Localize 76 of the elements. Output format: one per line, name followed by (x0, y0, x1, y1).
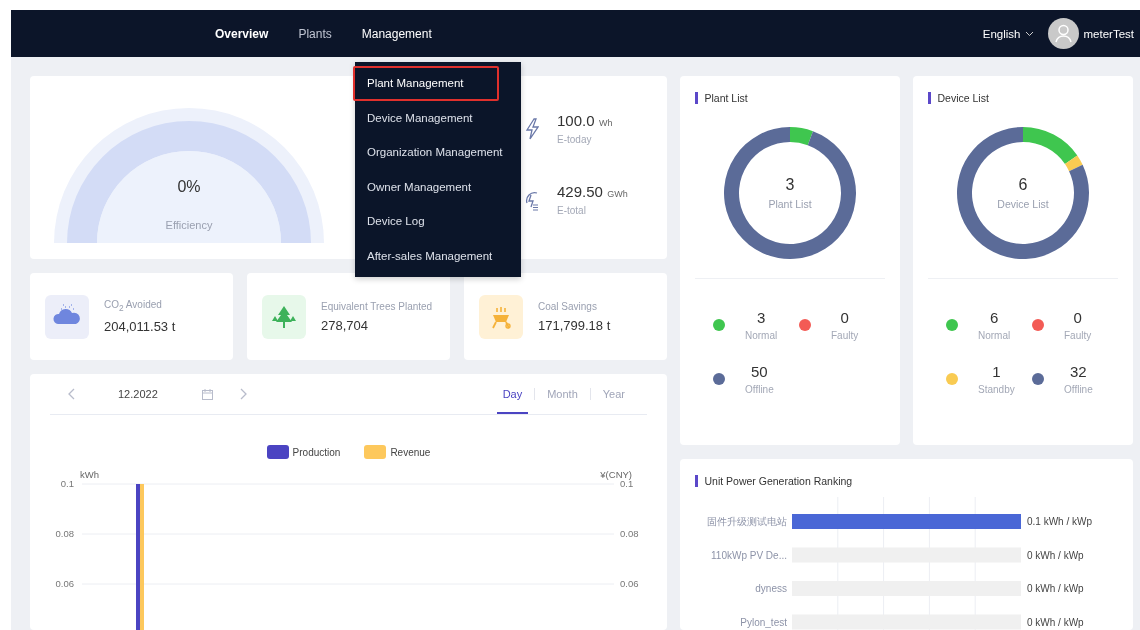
avatar-icon[interactable] (1047, 18, 1079, 49)
co2-cloud-icon (45, 294, 89, 339)
menu-item[interactable]: Organization Management (353, 135, 521, 170)
saving-value: 278,704 (321, 317, 369, 333)
tick-label: 0.1 (620, 478, 634, 489)
efficiency-label: Efficiency (164, 219, 214, 231)
tick-label: 0.08 (620, 528, 639, 539)
saving-value: 204,011.53 t (104, 319, 176, 334)
nav-tab[interactable]: Plants (298, 26, 332, 41)
donut-total: 6 (1018, 176, 1028, 194)
donut-label: Device List (997, 198, 1049, 210)
chevron-left-icon[interactable] (67, 388, 75, 400)
card-title: Plant List (704, 92, 748, 104)
energy-value: 100.0 (557, 112, 595, 129)
energy-unit: Wh (599, 118, 613, 128)
language-selector[interactable]: English (982, 27, 1034, 40)
saving-label: CO$_{2}$ Avoided (104, 299, 163, 313)
status-label: Faulty (831, 330, 859, 341)
period-tab[interactable]: Day (496, 374, 529, 414)
plant-name: Pylon_test (740, 616, 787, 628)
chevron-right-icon[interactable] (239, 388, 248, 400)
saving-label: Coal Savings (538, 300, 598, 312)
status-count: 0 (840, 309, 849, 326)
legend-label: Revenue (390, 446, 431, 458)
status-count: 3 (756, 309, 766, 326)
menu-item[interactable]: After-sales Management (353, 238, 521, 273)
value-label: 0 kWh / kWp (1027, 549, 1084, 561)
plant-name: 固件升级测试电站 (707, 516, 787, 527)
coal-cart-icon (479, 294, 523, 339)
energy-label: E-today (557, 134, 593, 145)
status-count: 6 (989, 309, 999, 326)
menu-item[interactable]: Owner Management (353, 169, 521, 204)
user-name[interactable]: meterTest (1083, 27, 1134, 40)
card-title: Unit Power Generation Ranking (704, 475, 853, 487)
lightning-icon (525, 118, 539, 140)
tree-icon (262, 294, 306, 339)
donut-label: Plant List (768, 198, 812, 210)
calendar-icon[interactable] (201, 388, 213, 400)
donut-total: 3 (785, 176, 795, 194)
chevron-down-icon (1024, 30, 1034, 37)
status-label: Standby (978, 384, 1015, 395)
status-count: 0 (1073, 309, 1082, 326)
legend-label: Production (292, 446, 341, 458)
axis-label: ¥(CNY) (600, 469, 632, 480)
nav-tab[interactable]: Overview (215, 26, 269, 41)
efficiency-value: 0% (176, 178, 202, 196)
tick-label: 0.08 (55, 528, 74, 539)
status-label: Offline (1064, 384, 1093, 395)
energy-value: 429.50 (557, 183, 603, 200)
menu-item[interactable]: Device Log (353, 204, 521, 239)
value-label: 0 kWh / kWp (1027, 583, 1084, 594)
value-label: 0 kWh / kWp (1027, 616, 1084, 628)
status-count: 32 (1070, 363, 1087, 380)
energy-unit: GWh (607, 189, 628, 199)
lightning-meter-icon (525, 189, 539, 211)
plant-name: 110kWp PV De... (711, 549, 787, 561)
status-count: 50 (751, 363, 768, 380)
tick-label: 0.06 (55, 578, 74, 589)
value-label: 0.1 kWh / kWp (1027, 516, 1092, 527)
status-count: 1 (992, 363, 1001, 380)
tick-label: 0.06 (620, 578, 639, 589)
saving-label: Equivalent Trees Planted (321, 300, 433, 312)
status-label: Normal (978, 330, 1011, 341)
tick-label: 0.1 (60, 478, 74, 489)
menu-item[interactable]: Device Management (353, 100, 521, 135)
status-label: Normal (745, 330, 778, 341)
status-label: Offline (745, 384, 774, 395)
saving-value: 171,799.18 t (538, 317, 611, 333)
card-title: Device List (937, 92, 989, 104)
status-label: Faulty (1064, 330, 1092, 341)
axis-label: kWh (80, 469, 99, 480)
plant-name: dyness (755, 583, 787, 594)
energy-label: E-total (557, 205, 587, 216)
date-label[interactable]: 12.2022 (118, 388, 158, 400)
menu-item[interactable]: Plant Management (353, 66, 499, 101)
nav-tab[interactable]: Management (361, 26, 432, 41)
